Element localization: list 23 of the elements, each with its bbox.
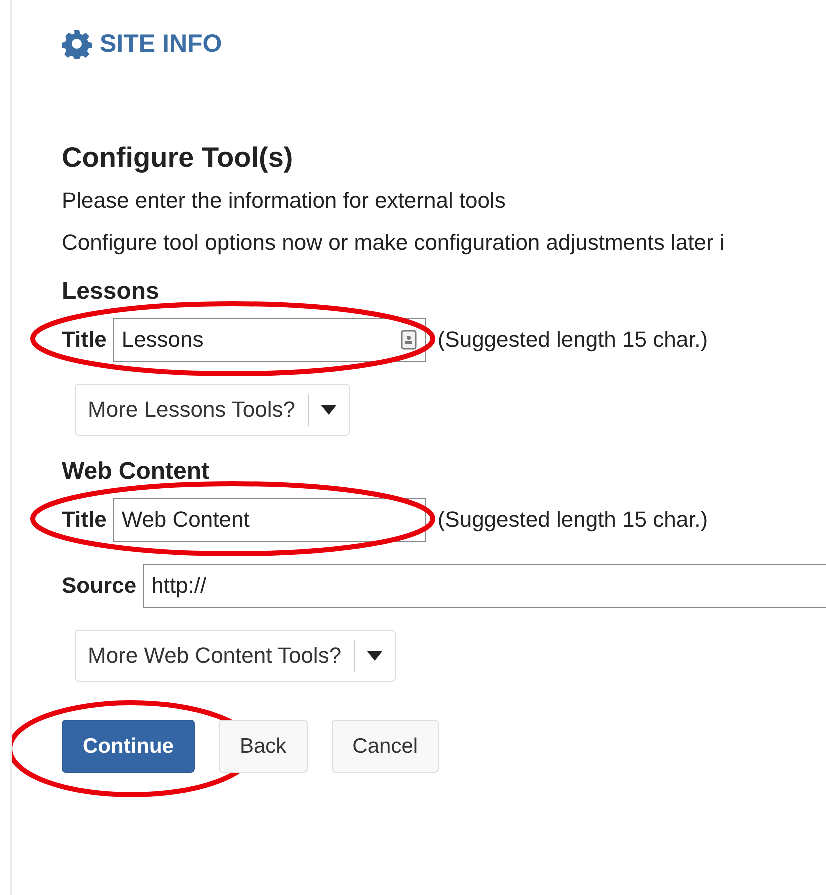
- instruction-text: Configure tool options now or make configuration adjustments later i: [62, 230, 726, 256]
- hint-text: (Suggested length 15 char.): [438, 327, 708, 353]
- more-tools-dropdown[interactable]: More Web Content Tools?: [75, 630, 396, 682]
- page-title: SITE INFO: [100, 30, 222, 58]
- form-button[interactable]: Back: [218, 720, 308, 773]
- more-tools-dropdown[interactable]: More Lessons Tools?: [75, 384, 350, 436]
- field-label: Title: [62, 327, 107, 353]
- title-field[interactable]: Web Content: [112, 498, 426, 542]
- section-heading: Lessons: [62, 278, 160, 306]
- contact-card-icon[interactable]: [400, 330, 417, 350]
- instruction-text: Please enter the information for external tools: [62, 188, 507, 214]
- continue-button[interactable]: Continue: [62, 720, 195, 773]
- field-label: Title: [62, 507, 107, 533]
- title-field[interactable]: Lessons: [112, 318, 426, 362]
- form-button[interactable]: Cancel: [332, 720, 440, 773]
- section-heading: Web Content: [62, 458, 211, 486]
- caret-icon: [321, 405, 337, 415]
- field-label: Source: [62, 573, 137, 599]
- form-heading: Configure Tool(s): [62, 142, 294, 174]
- caret-icon: [367, 651, 384, 661]
- hint-text: (Suggested length 15 char.): [438, 507, 708, 533]
- settings-icon: [62, 29, 92, 59]
- source-field[interactable]: http://: [142, 564, 826, 608]
